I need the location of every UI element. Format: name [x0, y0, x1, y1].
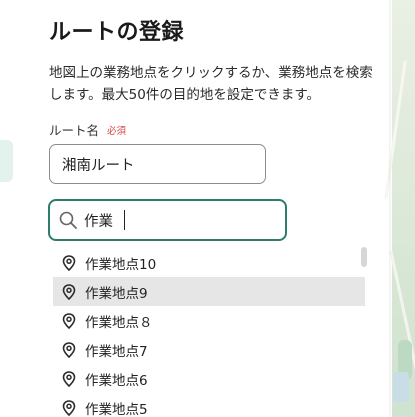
map-road [384, 60, 407, 200]
list-item-label: 作業地点８ [85, 314, 153, 331]
search-icon [59, 211, 77, 229]
map-view[interactable] [384, 0, 415, 417]
route-name-label-text: ルート名 [49, 123, 100, 138]
list-item[interactable]: 作業地点5 [53, 393, 365, 417]
list-item[interactable]: 作業地点８ [53, 306, 365, 335]
results-scrollbar-thumb[interactable] [361, 247, 367, 267]
location-pin-icon [62, 370, 76, 387]
route-name-input[interactable] [49, 144, 266, 184]
location-pin-icon [62, 312, 76, 329]
list-item-label: 作業地点9 [85, 285, 148, 302]
panel-description: 地図上の業務地点をクリックするか、業務地点を検索します。最大50件の目的地を設定… [49, 65, 373, 103]
list-item[interactable]: 作業地点10 [53, 248, 365, 277]
list-item[interactable]: 作業地点7 [53, 335, 365, 364]
required-badge: 必須 [107, 126, 127, 137]
list-item[interactable]: 作業地点6 [53, 364, 365, 393]
location-pin-icon [62, 399, 76, 416]
list-item-label: 作業地点5 [85, 401, 148, 417]
search-input[interactable] [84, 207, 274, 233]
location-pin-icon [62, 341, 76, 358]
list-item-label: 作業地点7 [85, 343, 148, 360]
location-pin-icon [62, 283, 76, 300]
list-item[interactable]: 作業地点9 [53, 277, 365, 306]
page-title: ルートの登録 [49, 20, 185, 45]
text-caret [124, 210, 125, 230]
results-scrollbar[interactable] [361, 246, 368, 417]
route-name-label: ルート名 必須 [49, 120, 126, 139]
location-pin-icon [62, 254, 76, 271]
search-box[interactable] [48, 199, 287, 241]
panel-shadow [389, 0, 392, 417]
search-results-list[interactable]: 作業地点10 作業地点9 作業地点８ 作業地点7 作業地点6 作業地点5 [53, 248, 365, 417]
side-tab-remnant[interactable] [0, 140, 13, 182]
list-item-label: 作業地点6 [85, 372, 148, 389]
route-registration-screen: ルートの登録 地図上の業務地点をクリックするか、業務地点を検索します。最大50件… [0, 0, 415, 417]
list-item-label: 作業地点10 [85, 256, 157, 273]
map-water-area [393, 372, 409, 402]
